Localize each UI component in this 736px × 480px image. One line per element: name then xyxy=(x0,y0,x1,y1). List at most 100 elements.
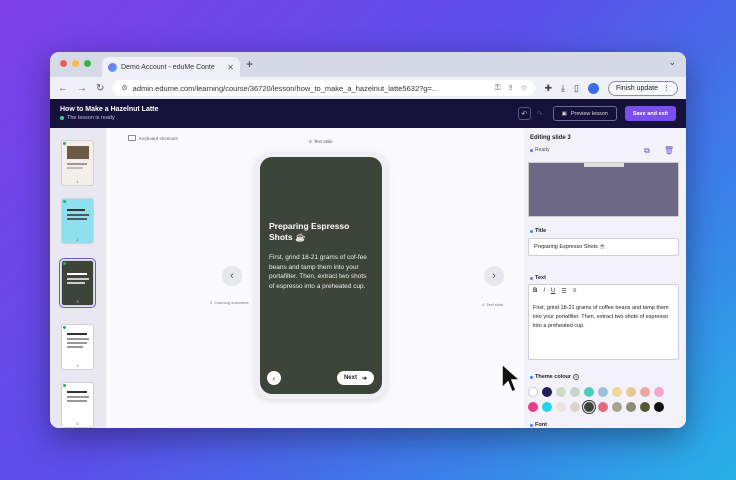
ready-dot-icon xyxy=(63,262,66,265)
field-dot-icon xyxy=(530,375,533,379)
finish-update-button[interactable]: Finish update ⋮ xyxy=(607,80,678,96)
site-info-icon[interactable]: ⚙ xyxy=(121,84,127,92)
extensions-icon[interactable]: ✚ xyxy=(544,83,552,94)
color-swatch[interactable] xyxy=(612,402,622,412)
color-swatch[interactable] xyxy=(582,400,596,414)
profile-avatar[interactable] xyxy=(587,82,599,94)
bold-icon[interactable]: B xyxy=(533,288,537,295)
numbered-list-icon[interactable]: ≡ xyxy=(573,288,577,295)
slide-thumbnail[interactable]: 4 xyxy=(61,324,94,370)
text-field-label: Text xyxy=(535,275,546,281)
font-label: Font xyxy=(535,422,547,428)
new-tab-icon[interactable]: + xyxy=(246,57,253,71)
color-swatch[interactable] xyxy=(640,402,650,412)
ready-dot-icon xyxy=(63,142,66,145)
previous-slide-button[interactable]: ‹ xyxy=(222,266,242,286)
bullet-list-icon[interactable]: ☰ xyxy=(561,288,566,295)
theme-swatches-row-1 xyxy=(528,387,679,397)
slide-thumbnail[interactable]: 2 xyxy=(61,198,94,244)
color-swatch[interactable] xyxy=(570,402,580,412)
bookmark-star-icon[interactable]: ☆ xyxy=(521,83,528,93)
forward-icon[interactable]: → xyxy=(77,83,87,94)
back-icon[interactable]: ← xyxy=(58,83,68,94)
slide-image-preview[interactable] xyxy=(528,162,679,217)
slide-next-button[interactable]: Next ➔ xyxy=(336,371,374,385)
keyboard-shortcuts-label: Keyboard shortcuts xyxy=(139,135,178,141)
window-controls xyxy=(60,60,91,67)
preview-label: Preview lesson xyxy=(570,110,608,117)
next-slide-button[interactable]: › xyxy=(484,266,504,286)
finish-update-label: Finish update xyxy=(615,84,658,92)
slide-thumbnail[interactable]: 5 xyxy=(61,382,94,428)
url-text: admin.edume.com/learning/course/36720/le… xyxy=(132,83,439,93)
minimize-window-dot[interactable] xyxy=(72,60,79,67)
ready-dot-icon xyxy=(63,200,66,203)
close-tab-icon[interactable]: ✕ xyxy=(227,63,234,72)
delete-icon[interactable]: 🗑 xyxy=(664,146,674,156)
color-swatch[interactable] xyxy=(584,387,594,397)
text-editor[interactable]: B I U ☰ ≡ First, grind 18-21 grams of co… xyxy=(528,284,679,360)
address-bar[interactable]: ⚙ admin.edume.com/learning/course/36720/… xyxy=(113,80,536,96)
arrow-right-icon: ➔ xyxy=(361,375,367,382)
current-slide-label: 3. Text slide xyxy=(309,139,333,144)
color-swatch[interactable] xyxy=(626,402,636,412)
tab-search-chevron-icon[interactable]: ⌄ xyxy=(668,57,676,68)
redo-button[interactable]: ↷ xyxy=(537,110,543,118)
color-swatch[interactable] xyxy=(556,402,566,412)
duplicate-icon[interactable]: ⧉ xyxy=(644,146,650,156)
phone-preview: Preparing Espresso Shots ☕ First, grind … xyxy=(255,152,387,399)
preview-lesson-button[interactable]: ▣ Preview lesson xyxy=(552,106,617,121)
color-swatch[interactable] xyxy=(556,387,566,397)
mouse-pointer-icon xyxy=(501,362,520,394)
browser-tab[interactable]: Demo Account - eduMe Conte ✕ xyxy=(102,57,240,77)
next-label: Next xyxy=(343,375,357,381)
key-icon[interactable]: ⚿ xyxy=(495,83,501,93)
lesson-title: How to Make a Hazelnut Latte xyxy=(60,106,159,113)
slide-thumbnail-selected[interactable]: 3 xyxy=(59,258,96,308)
play-icon: ▣ xyxy=(561,110,567,117)
browser-window: Demo Account - eduMe Conte ✕ + ⌄ ← → ↻ ⚙… xyxy=(50,52,686,428)
reload-icon[interactable]: ↻ xyxy=(96,83,104,94)
sidebar-icon[interactable]: ▯ xyxy=(574,83,579,94)
status-dot-icon xyxy=(60,116,64,120)
color-swatch[interactable] xyxy=(598,402,608,412)
thumbnail-number: 3 xyxy=(76,299,79,304)
color-swatch[interactable] xyxy=(542,387,552,397)
info-icon[interactable]: i xyxy=(573,374,580,380)
slide-thumbnail[interactable]: 1 xyxy=(61,140,94,186)
color-swatch[interactable] xyxy=(598,387,608,397)
title-input[interactable]: Preparing Espresso Shots ☕ xyxy=(528,238,679,256)
save-and-exit-button[interactable]: Save and exit xyxy=(624,106,676,121)
thumbnail-number: 4 xyxy=(76,363,79,368)
next-slide-label: 4. Text slide xyxy=(482,302,504,307)
share-icon[interactable]: ⇪ xyxy=(507,83,513,93)
more-menu-icon[interactable]: ⋮ xyxy=(663,84,670,92)
keyboard-shortcuts-link[interactable]: Keyboard shortcuts xyxy=(128,135,178,141)
slide-back-button[interactable]: ‹ xyxy=(267,371,281,385)
text-formatting-toolbar: B I U ☰ ≡ xyxy=(529,285,678,298)
close-window-dot[interactable] xyxy=(60,60,67,67)
undo-button[interactable]: ↶ xyxy=(517,107,531,120)
panel-title: Editing slide 3 xyxy=(530,135,571,141)
slide-title: Preparing Espresso Shots ☕ xyxy=(269,221,350,242)
panel-status: Ready xyxy=(535,147,550,153)
color-swatch[interactable] xyxy=(528,387,538,397)
color-swatch[interactable] xyxy=(528,402,538,412)
thumbnail-number: 5 xyxy=(76,421,79,426)
color-swatch[interactable] xyxy=(626,387,636,397)
download-icon[interactable]: ⤓ xyxy=(561,83,565,94)
editing-panel: Editing slide 3 Ready ⧉ 🗑 Title Preparin… xyxy=(524,128,686,428)
theme-colour-label: Theme colour xyxy=(535,374,572,380)
underline-icon[interactable]: U xyxy=(551,288,555,295)
color-swatch[interactable] xyxy=(542,402,552,412)
tab-strip: Demo Account - eduMe Conte ✕ + ⌄ xyxy=(50,52,686,77)
color-swatch[interactable] xyxy=(570,387,580,397)
slide-body-text: First, grind 18-21 grams of cof-fee bean… xyxy=(269,254,367,290)
maximize-window-dot[interactable] xyxy=(84,60,91,67)
theme-swatches-row-2 xyxy=(528,400,679,414)
color-swatch[interactable] xyxy=(640,387,650,397)
color-swatch[interactable] xyxy=(654,387,664,397)
italic-icon[interactable]: I xyxy=(543,288,545,295)
color-swatch[interactable] xyxy=(612,387,622,397)
color-swatch[interactable] xyxy=(654,402,664,412)
